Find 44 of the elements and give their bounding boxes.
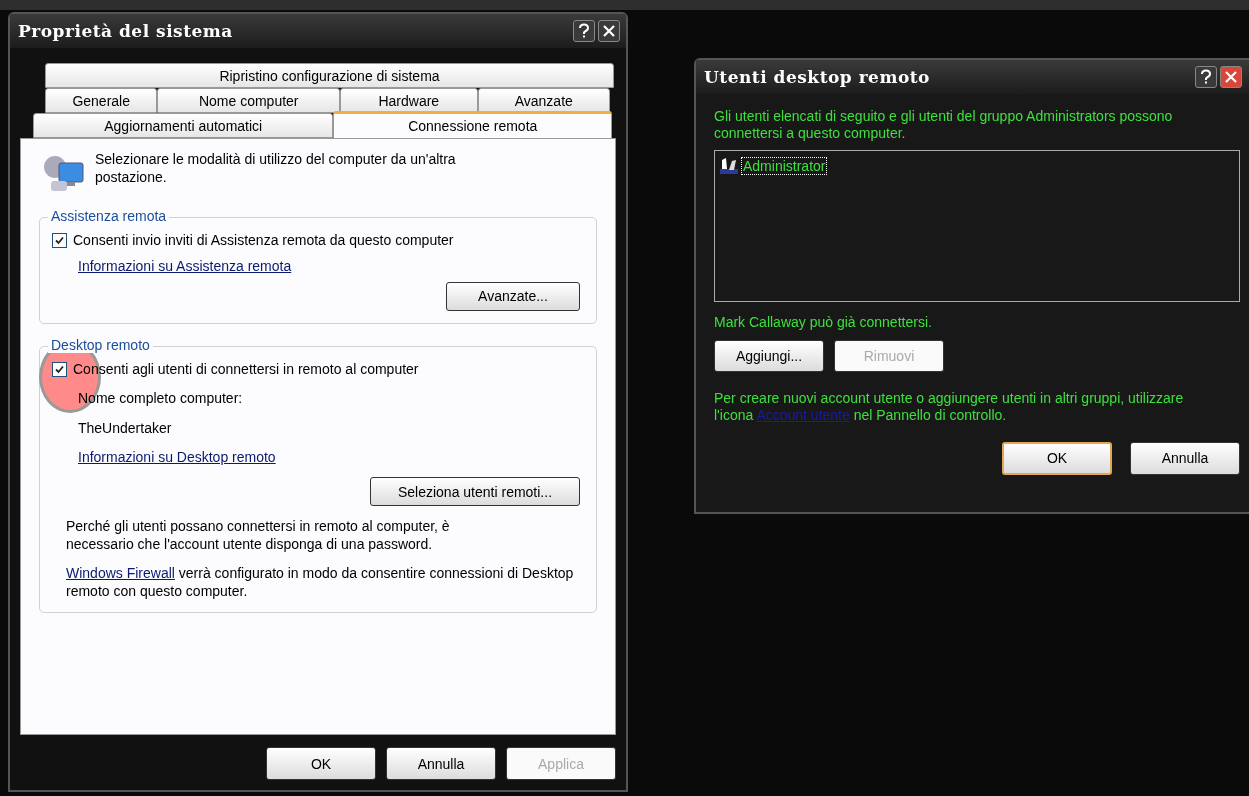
info-link[interactable]: Informazioni su Desktop remoto <box>78 449 276 465</box>
tab[interactable]: Hardware <box>340 88 478 113</box>
computer-name: TheUndertaker <box>78 419 172 436</box>
tab[interactable]: Nome computer <box>157 88 341 113</box>
computer-name-label: Nome completo computer: <box>78 390 243 406</box>
hint-text: Per creare nuovi account utente o aggiungere utenti in altri gruppi, utilizzare l'icona Account utente nel Pannello di controllo. <box>714 390 1185 424</box>
note-text: Perché gli utenti possano connettersi in remoto al computer, è necessario che l'account utente disponga di una password. <box>66 518 451 553</box>
close-button[interactable] <box>1220 66 1242 88</box>
tab[interactable]: Generale <box>45 88 158 113</box>
firewall-link[interactable]: Windows Firewall <box>66 565 175 581</box>
window-title: Proprietà del sistema <box>18 21 233 41</box>
dialog-button[interactable]: OK <box>1002 442 1112 475</box>
dialog-button[interactable]: Annulla <box>1130 442 1240 475</box>
check-icon <box>54 363 65 375</box>
user-icon <box>719 156 739 175</box>
select-users-button[interactable]: Seleziona utenti remoti... <box>370 477 580 506</box>
list-button[interactable]: Aggiungi... <box>714 340 824 373</box>
close-icon <box>602 24 616 38</box>
close-icon <box>1224 70 1238 84</box>
help-button[interactable] <box>573 20 595 42</box>
dialog-button[interactable]: OK <box>266 747 376 780</box>
intro-text: Selezionare le modalità di utilizzo del computer da un'altra postazione. <box>95 151 457 186</box>
tab[interactable]: Connessione remota <box>333 111 612 138</box>
help-icon <box>577 23 591 39</box>
help-button[interactable] <box>1195 66 1217 88</box>
firewall-text: Windows Firewall verrà configurato in modo da consentire connessioni di Desktop remoto con questo computer. <box>66 565 575 600</box>
checkbox-label: Consenti invio inviti di Assistenza remota da questo computer <box>73 232 454 250</box>
group-legend: Desktop remoto <box>48 336 153 353</box>
group-legend: Assistenza remota <box>48 208 170 224</box>
tab[interactable]: Ripristino configurazione di sistema <box>45 63 614 88</box>
info-link[interactable]: Informazioni su Assistenza remota <box>78 257 292 274</box>
dialog-button[interactable]: Annulla <box>386 747 496 780</box>
checkbox-label: Consenti agli utenti di connettersi in remoto al computer <box>73 360 419 378</box>
checkbox[interactable] <box>52 233 67 249</box>
close-button[interactable] <box>598 20 620 42</box>
tab[interactable]: Aggiornamenti automatici <box>33 113 334 138</box>
window-title: Utenti desktop remoto <box>704 67 930 87</box>
advanced-button[interactable]: Avanzate... <box>446 281 580 311</box>
list-item[interactable]: Administrator <box>741 156 828 175</box>
help-icon <box>1199 69 1213 85</box>
description-text: Gli utenti elencati di seguito e gli utenti del gruppo Administrators possono connettersi a questo computer. <box>714 108 1174 142</box>
check-icon <box>54 235 65 247</box>
tab[interactable]: Avanzate <box>477 88 610 113</box>
status-text: Mark Callaway può già connettersi. <box>714 313 933 331</box>
